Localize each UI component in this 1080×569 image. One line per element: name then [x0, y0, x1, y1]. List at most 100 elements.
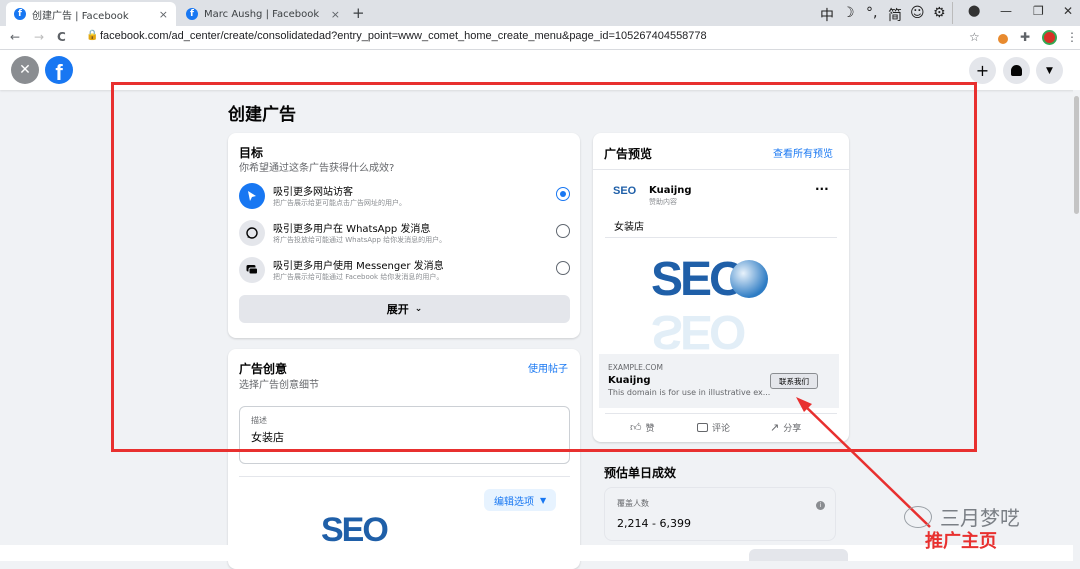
see-all-previews-link[interactable]: 查看所有预览	[773, 145, 833, 160]
notifications-bell-icon[interactable]	[1003, 57, 1030, 84]
edit-options-button[interactable]: 编辑选项 ▼	[484, 489, 557, 511]
emoji-icon[interactable]: ☺	[910, 5, 925, 21]
facebook-logo[interactable]: f	[45, 56, 73, 85]
reach-value: 2,214 - 6,399	[617, 517, 691, 530]
contact-us-button[interactable]: 联系我们	[770, 373, 818, 389]
caret-down-icon: ▼	[540, 495, 547, 505]
use-post-link[interactable]: 使用帖子	[528, 360, 568, 375]
browser-tab-bar: f 创建广告 | Facebook × f Marc Aushg | Faceb…	[0, 0, 1080, 26]
globe-icon	[730, 260, 768, 298]
radio-selected[interactable]	[556, 187, 570, 201]
link-description: This domain is for use in illustrative e…	[608, 388, 771, 397]
option-title: 吸引更多网站访客	[273, 187, 353, 198]
radio-unselected[interactable]	[556, 261, 570, 275]
share-label: 分享	[783, 424, 802, 434]
seo-reflection: SEO	[651, 305, 744, 358]
extension-icon[interactable]	[998, 34, 1008, 44]
ime-settings-icon[interactable]: ⚙	[933, 5, 946, 21]
option-title: 吸引更多用户使用 Messenger 发消息	[273, 261, 444, 272]
page-title: 创建广告	[228, 105, 296, 125]
option-title: 吸引更多用户在 WhatsApp 发消息	[273, 224, 431, 235]
browser-tab-active[interactable]: f 创建广告 | Facebook ×	[6, 2, 176, 26]
new-tab-button[interactable]: +	[352, 4, 365, 22]
facebook-favicon-icon: f	[14, 8, 26, 20]
link-card[interactable]: EXAMPLE.COM Kuaijng This domain is for u…	[599, 354, 839, 408]
maximize-button[interactable]: ❐	[1033, 4, 1044, 18]
browser-tab[interactable]: f Marc Aushg | Facebook ×	[178, 2, 348, 26]
link-headline: Kuaijng	[608, 375, 651, 386]
description-value: 女装店	[251, 431, 284, 444]
comment-label: 评论	[712, 424, 731, 434]
tab-title: Marc Aushg | Facebook	[204, 8, 320, 20]
chrome-account-icon[interactable]: ⬤	[968, 4, 980, 17]
scrollbar-thumb[interactable]	[1074, 96, 1079, 214]
bell-icon	[1011, 65, 1022, 76]
objective-option-messenger[interactable]: 吸引更多用户使用 Messenger 发消息 把广告展示给可能通过 Facebo…	[236, 253, 572, 287]
like-action[interactable]: 👍︎ 赞	[630, 421, 655, 434]
close-window-button[interactable]: ✕	[1063, 4, 1073, 18]
more-options-icon[interactable]: ···	[815, 182, 829, 196]
objective-option-whatsapp[interactable]: 吸引更多用户在 WhatsApp 发消息 将广告投放给可能通过 WhatsApp…	[236, 216, 572, 250]
address-bar: ← → C 🔒 facebook.com/ad_center/create/co…	[0, 26, 1080, 50]
reach-label: 覆盖人数	[617, 499, 649, 508]
facebook-favicon-icon: f	[186, 8, 198, 20]
sponsored-label: 赞助内容	[649, 198, 677, 206]
account-menu-button[interactable]: ▼	[1036, 57, 1063, 84]
page-avatar-seo: SEO	[613, 185, 637, 197]
tab-close-icon[interactable]: ×	[331, 8, 340, 21]
expand-button[interactable]: 展开 ⌄	[239, 295, 570, 323]
more-menu-icon[interactable]: ⋮	[1066, 30, 1078, 44]
simplified-chinese-toggle[interactable]: 简	[888, 5, 902, 25]
page-name: Kuaijng	[649, 185, 692, 196]
puzzle-extensions-icon[interactable]: ✚	[1020, 30, 1030, 44]
bookmark-star-icon[interactable]: ☆	[969, 30, 980, 44]
wechat-icon	[904, 505, 932, 528]
share-icon: ↗	[770, 421, 780, 434]
ime-chinese-toggle[interactable]: 中	[820, 5, 834, 25]
reach-estimate-box: 覆盖人数 2,214 - 6,399 i	[604, 487, 836, 541]
objective-option-website[interactable]: 吸引更多网站访客 把广告展示给更可能点击广告网址的用户。	[236, 179, 572, 213]
estimate-title: 预估单日成效	[604, 466, 677, 480]
profile-avatar[interactable]	[1042, 30, 1057, 45]
objective-subtitle: 你希望通过这条广告获得什么成效?	[239, 163, 395, 174]
moon-icon[interactable]: ☽	[842, 5, 855, 21]
cursor-icon	[239, 183, 265, 209]
description-label: 描述	[251, 416, 267, 425]
back-arrow-icon[interactable]: ←	[10, 30, 20, 44]
option-desc: 将广告投放给可能通过 WhatsApp 给你发消息的用户。	[273, 236, 447, 244]
forward-arrow-icon[interactable]: →	[34, 30, 44, 44]
option-desc: 把广告展示给可能通过 Facebook 给你发消息的用户。	[273, 273, 444, 281]
close-icon[interactable]: ✕	[11, 56, 39, 84]
facebook-header: ✕ f + ▼	[0, 50, 1080, 90]
media-area: 编辑选项 ▼ SEO	[239, 476, 570, 556]
radio-unselected[interactable]	[556, 224, 570, 238]
share-action[interactable]: ↗ 分享	[770, 421, 801, 434]
post-text: 女装店	[614, 222, 644, 233]
creative-card: 广告创意 选择广告创意细节 使用帖子 描述 女装店 编辑选项 ▼ SEO	[228, 349, 580, 569]
url-text[interactable]: facebook.com/ad_center/create/consolidat…	[100, 30, 707, 42]
objective-card: 目标 你希望通过这条广告获得什么成效? 吸引更多网站访客 把广告展示给更可能点击…	[228, 133, 580, 338]
punctuation-icon[interactable]: °,	[866, 5, 877, 21]
info-icon[interactable]: i	[816, 501, 825, 510]
create-plus-button[interactable]: +	[969, 57, 996, 84]
like-label: 赞	[645, 424, 655, 434]
preview-title: 广告预览	[604, 147, 653, 161]
ad-image: SEO SEO	[605, 242, 837, 358]
whatsapp-icon	[239, 220, 265, 246]
thumbs-up-icon: 👍︎	[630, 421, 642, 434]
creative-title: 广告创意	[239, 362, 288, 376]
creative-subtitle: 选择广告创意细节	[239, 380, 319, 391]
bottom-bar	[0, 545, 1080, 561]
chevron-down-icon: ⌄	[414, 304, 423, 314]
comment-icon	[697, 423, 708, 432]
publish-button[interactable]	[749, 549, 848, 561]
tab-close-icon[interactable]: ×	[159, 8, 168, 21]
reload-icon[interactable]: C	[57, 30, 66, 44]
ad-preview-card: 广告预览 查看所有预览 SEO Kuaijng 赞助内容 ··· 女装店 SEO…	[593, 133, 849, 442]
description-field[interactable]: 描述 女装店	[239, 406, 570, 464]
lock-icon[interactable]: 🔒	[86, 30, 98, 41]
divider	[605, 237, 837, 238]
minimize-button[interactable]: —	[1000, 4, 1012, 18]
comment-action[interactable]: 评论	[697, 421, 730, 434]
divider	[593, 169, 849, 170]
